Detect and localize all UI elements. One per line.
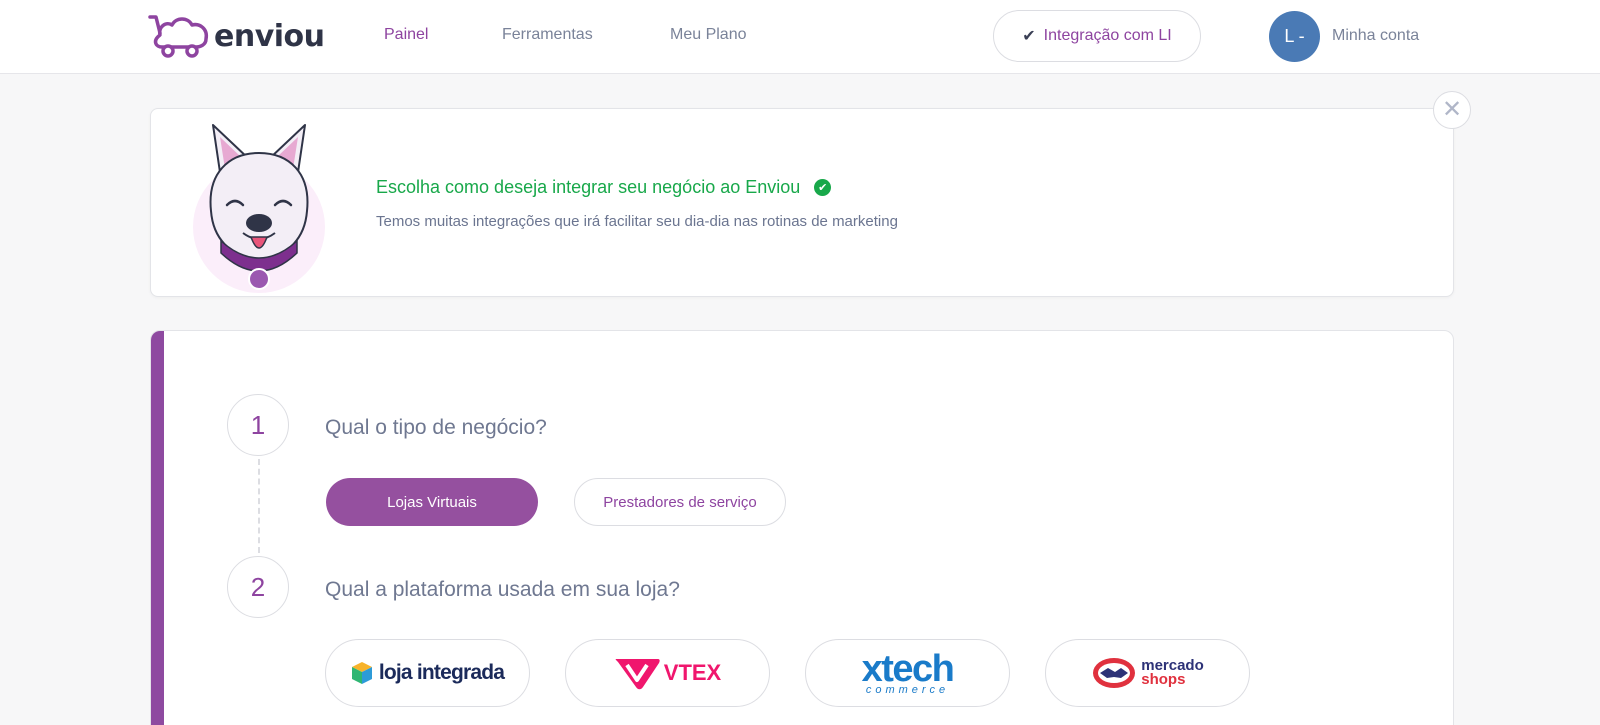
platform-loja-integrada-label: loja integrada	[378, 661, 505, 684]
integration-button-label: Integração com LI	[1043, 27, 1172, 44]
vtex-logo-icon	[615, 659, 660, 690]
nav-ferramentas[interactable]: Ferramentas	[502, 26, 593, 44]
close-icon[interactable]: ✕	[1433, 91, 1471, 129]
platform-loja-integrada[interactable]: loja integrada	[325, 639, 530, 707]
integration-button[interactable]: ✔ Integração com LI	[993, 10, 1201, 62]
nav-meu-plano[interactable]: Meu Plano	[670, 26, 747, 44]
top-header: enviou Painel Ferramentas Meu Plano ✔ In…	[0, 0, 1600, 74]
step-number-2: 2	[227, 556, 289, 618]
check-circle-icon: ✔	[814, 179, 832, 196]
brand-name: enviou	[214, 18, 325, 54]
platform-mercado-shops[interactable]: mercado shops	[1045, 639, 1250, 707]
step-number-1: 1	[227, 394, 289, 456]
brand-logo[interactable]: enviou	[148, 12, 325, 60]
banner-subtitle: Temos muitas integrações que irá facilit…	[376, 213, 898, 230]
avatar[interactable]: L -	[1269, 11, 1320, 62]
integration-wizard: 1 Qual o tipo de negócio? Lojas Virtuais…	[150, 330, 1454, 725]
dog-mascot-icon	[193, 124, 325, 293]
banner-title: Escolha como deseja integrar seu negócio…	[376, 177, 832, 198]
option-lojas-virtuais[interactable]: Lojas Virtuais	[326, 478, 538, 526]
platform-xtech[interactable]: xtech commerce	[805, 639, 1010, 707]
option-prestadores-servico[interactable]: Prestadores de serviço	[574, 478, 786, 526]
platform-xtech-sublabel: commerce	[865, 684, 950, 696]
account-menu[interactable]: Minha conta	[1332, 27, 1419, 45]
step-2-question: Qual a plataforma usada em sua loja?	[325, 578, 680, 601]
nav-painel[interactable]: Painel	[384, 26, 428, 44]
handshake-logo-icon	[1093, 658, 1136, 688]
step-connector	[258, 459, 260, 553]
check-icon: ✔	[1022, 28, 1036, 45]
accent-bar	[151, 331, 164, 725]
platform-shops-label: shops	[1141, 671, 1186, 688]
step-1-question: Qual o tipo de negócio?	[325, 416, 547, 439]
banner-title-text: Escolha como deseja integrar seu negócio…	[376, 177, 801, 197]
platform-vtex-label: VTEX	[663, 660, 722, 685]
welcome-banner: Escolha como deseja integrar seu negócio…	[150, 108, 1454, 297]
mercado-shops-logo: mercado shops	[1141, 658, 1204, 688]
xtech-logo: xtech commerce	[861, 648, 955, 696]
cube-logo-icon	[351, 662, 372, 684]
platform-xtech-label: xtech	[861, 648, 955, 690]
platform-vtex[interactable]: VTEX	[565, 639, 770, 707]
car-logo-icon	[148, 15, 209, 58]
